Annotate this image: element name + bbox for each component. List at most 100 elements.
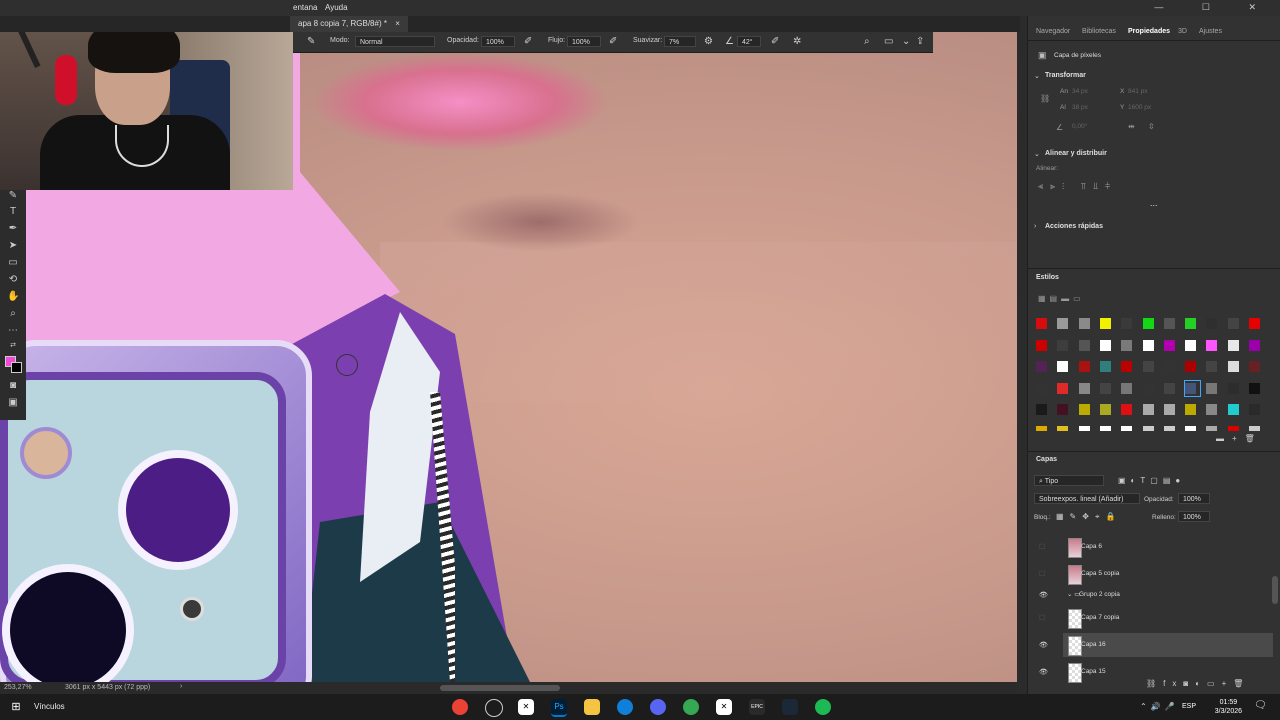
style-swatch[interactable] — [1185, 425, 1197, 431]
visibility-box[interactable]: ☐ — [1039, 614, 1045, 622]
style-swatch[interactable] — [1227, 382, 1239, 394]
gear-icon[interactable]: ⚙ — [704, 36, 713, 47]
layers-scrollbar[interactable] — [1272, 576, 1278, 604]
edge-icon[interactable] — [617, 699, 633, 715]
style-swatch[interactable] — [1099, 404, 1111, 415]
chevron-right-icon[interactable]: › — [180, 683, 182, 690]
more-options-icon[interactable]: ... — [1150, 198, 1158, 208]
style-swatch[interactable] — [1142, 361, 1154, 372]
epic-games-icon[interactable]: EPIC — [749, 699, 765, 715]
style-swatch[interactable] — [1121, 318, 1133, 329]
quick-mask-icon[interactable]: ◙ — [7, 380, 19, 392]
style-swatch[interactable] — [1163, 404, 1175, 415]
symmetry-icon[interactable]: ✲ — [793, 36, 801, 47]
flip-vertical-icon[interactable]: ⇳ — [1148, 122, 1155, 131]
style-swatch[interactable] — [1163, 339, 1175, 351]
hand-tool-icon[interactable]: ✋ — [7, 291, 19, 303]
width-value[interactable]: 34 px — [1072, 88, 1088, 95]
style-swatch[interactable] — [1163, 382, 1175, 394]
style-swatch[interactable] — [1078, 339, 1090, 351]
style-swatch[interactable] — [1227, 339, 1239, 351]
share-icon[interactable]: ⇪ — [916, 36, 924, 47]
tab-bibliotecas[interactable]: Bibliotecas — [1082, 28, 1116, 35]
visibility-box[interactable]: ☐ — [1039, 570, 1045, 578]
align-section-title[interactable]: Alinear y distribuir — [1045, 150, 1107, 157]
angle-value[interactable]: 0,00° — [1072, 123, 1087, 130]
opacity-field[interactable]: 100% — [481, 36, 515, 47]
x-value[interactable]: 841 px — [1128, 88, 1148, 95]
swap-colors-icon[interactable]: ⇄ — [7, 340, 19, 352]
capcut-icon-2[interactable]: ✕ — [716, 699, 732, 715]
link-icon[interactable]: ⛓ — [1040, 94, 1050, 103]
steam-icon[interactable] — [782, 699, 798, 715]
chevron-down-icon[interactable]: ⌄ — [902, 36, 910, 47]
style-swatch[interactable] — [1227, 425, 1239, 431]
layers-title[interactable]: Capas — [1036, 456, 1057, 463]
style-swatch[interactable] — [1078, 425, 1090, 431]
tab-propiedades[interactable]: Propiedades — [1128, 28, 1170, 35]
path-selection-icon[interactable]: ➤ — [7, 240, 19, 252]
style-swatch[interactable] — [1078, 318, 1090, 329]
spotify-icon[interactable] — [815, 699, 831, 715]
menu-window[interactable]: entana — [293, 3, 317, 12]
airbrush-icon[interactable]: ✐ — [609, 36, 617, 47]
capcut-icon[interactable]: ✕ — [518, 699, 534, 715]
style-swatch[interactable] — [1206, 318, 1218, 329]
menu-help[interactable]: Ayuda — [325, 3, 348, 12]
style-swatch[interactable] — [1249, 425, 1260, 431]
style-swatch[interactable] — [1227, 361, 1239, 372]
y-value[interactable]: 1600 px — [1128, 104, 1151, 111]
eye-icon[interactable]: 👁 — [1039, 641, 1048, 649]
style-swatch[interactable] — [1142, 339, 1154, 351]
style-swatch[interactable] — [1206, 339, 1218, 351]
document-tab[interactable]: apa 8 copia 7, RGB/8#) * × — [290, 16, 408, 32]
language-indicator[interactable]: ESP — [1182, 703, 1196, 710]
style-swatch[interactable] — [1057, 318, 1069, 329]
flip-horizontal-icon[interactable]: ⇹ — [1128, 122, 1135, 131]
chevron-down-icon[interactable]: ⌄ — [1034, 72, 1040, 80]
style-swatch[interactable] — [1206, 361, 1218, 372]
style-swatch[interactable] — [1121, 404, 1133, 415]
height-value[interactable]: 38 px — [1072, 104, 1088, 111]
layer-filter-icons[interactable]: ▣◐T▢▤● — [1118, 476, 1185, 485]
style-swatch[interactable] — [1036, 425, 1047, 431]
style-swatch[interactable] — [1185, 318, 1197, 329]
workspace-icon[interactable]: ▭ — [884, 36, 893, 47]
lock-icons[interactable]: ▦✎✥⌖🔒 — [1056, 512, 1121, 522]
style-swatch[interactable] — [1142, 382, 1154, 394]
window-controls[interactable]: — ☐ ✕ — [1154, 2, 1274, 13]
pressure-opacity-icon[interactable]: ✐ — [524, 36, 532, 47]
layer-row[interactable]: Capa 16 — [1063, 633, 1273, 657]
fill-field[interactable]: 100% — [1178, 511, 1210, 522]
transform-section-title[interactable]: Transformar — [1045, 72, 1086, 79]
visibility-box[interactable]: ☐ — [1039, 543, 1045, 551]
rotate-view-icon[interactable]: ⟲ — [7, 274, 19, 286]
style-swatch[interactable] — [1185, 361, 1197, 372]
style-swatch[interactable] — [1121, 339, 1133, 351]
style-swatch[interactable] — [1099, 318, 1111, 329]
style-swatch[interactable] — [1036, 404, 1047, 415]
tab-ajustes[interactable]: Ajustes — [1199, 28, 1222, 35]
search-icon[interactable]: ⌕ — [864, 36, 870, 47]
tray-icons[interactable]: ⌃🔊🎤 — [1140, 702, 1179, 711]
style-swatch[interactable] — [1206, 404, 1218, 415]
style-swatch[interactable] — [1057, 339, 1069, 351]
style-swatch[interactable] — [1206, 425, 1218, 431]
style-swatch[interactable] — [1057, 361, 1069, 372]
zoom-tool-icon[interactable]: ⌕ — [7, 308, 19, 320]
style-swatch[interactable] — [1057, 425, 1069, 431]
style-swatch[interactable] — [1163, 425, 1175, 431]
layer-row[interactable]: Capa 7 copia — [1063, 606, 1273, 630]
style-swatch[interactable] — [1185, 339, 1197, 351]
style-swatch[interactable] — [1249, 339, 1260, 351]
obs-icon[interactable] — [485, 699, 503, 717]
styles-title[interactable]: Estilos — [1036, 274, 1059, 281]
chrome-profile-icon[interactable] — [683, 699, 699, 715]
mode-select[interactable]: Normal — [355, 36, 435, 47]
style-swatch[interactable] — [1163, 318, 1175, 329]
style-swatch[interactable] — [1057, 382, 1069, 394]
quick-actions-title[interactable]: Acciones rápidas — [1045, 223, 1103, 230]
style-swatch[interactable] — [1121, 425, 1133, 431]
style-swatch[interactable] — [1249, 382, 1260, 394]
style-swatch[interactable] — [1036, 382, 1047, 394]
